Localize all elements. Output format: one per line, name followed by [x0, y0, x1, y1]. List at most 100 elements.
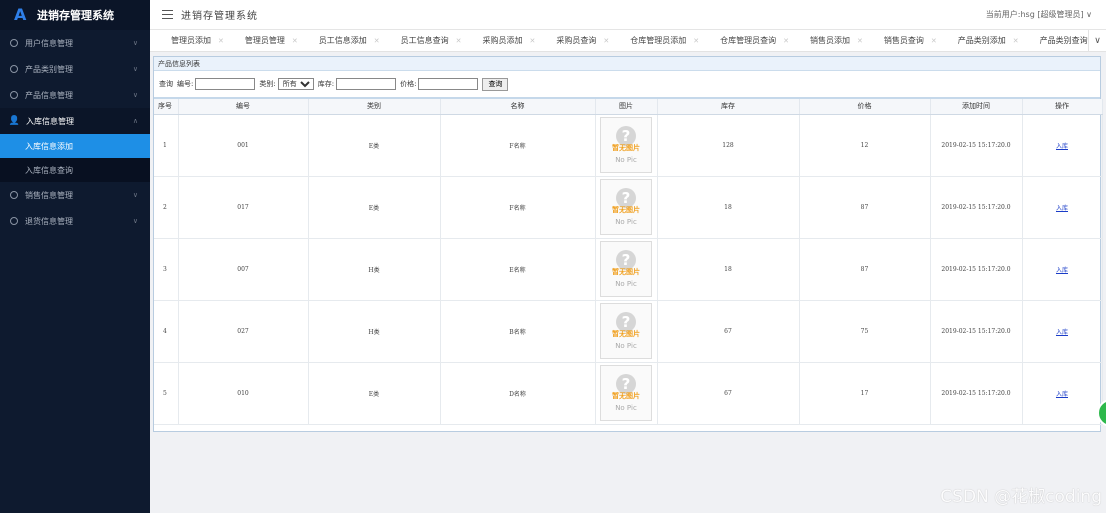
- no-pic-en: No Pic: [615, 280, 637, 288]
- chevron-down-icon: ∨: [132, 191, 138, 199]
- no-pic-cn: 暂无图片: [612, 392, 640, 400]
- cell-no: 1: [154, 114, 179, 177]
- stock-in-link[interactable]: 入库: [1056, 391, 1068, 398]
- cell-stock: 67: [657, 300, 800, 363]
- chevron-down-icon: ∨: [132, 91, 138, 99]
- sidebar-item-label: 产品类别管理: [25, 64, 73, 74]
- sidebar-item-product-info[interactable]: 产品信息管理 ∨: [0, 82, 150, 108]
- no-pic-cn: 暂无图片: [612, 330, 640, 338]
- tab-seller-query[interactable]: 销售员查询 ✕: [863, 30, 937, 52]
- sidebar-item-sales[interactable]: 销售信息管理 ∨: [0, 182, 150, 208]
- tab-seller-add[interactable]: 销售员添加 ✕: [789, 30, 863, 52]
- cell-time: 2019-02-15 15:17:20.0: [930, 362, 1023, 425]
- cell-category: E类: [308, 176, 441, 239]
- tab-category-query[interactable]: 产品类别查询: [1019, 30, 1088, 52]
- no-pic-image: ? 暂无图片 No Pic: [600, 241, 652, 297]
- sidebar-item-label: 退货信息管理: [25, 216, 73, 226]
- cell-action: 入库: [1022, 238, 1103, 301]
- tab-label: 仓库管理员查询: [720, 36, 777, 45]
- table-row: 3 007 H类 E名称 ? 暂无图片 No Pic 18 87 2019-02-1…: [154, 238, 1103, 301]
- column-header: 操作: [1022, 99, 1103, 115]
- cell-time: 2019-02-15 15:17:20.0: [930, 238, 1023, 301]
- brand: A 进销存管理系统: [0, 0, 150, 30]
- cell-image: ? 暂无图片 No Pic: [595, 114, 658, 177]
- column-header: 库存: [657, 99, 800, 115]
- stock-input[interactable]: [336, 78, 397, 90]
- column-header: 价格: [799, 99, 931, 115]
- no-pic-en: No Pic: [615, 342, 637, 350]
- table-row: 2 017 E类 F名称 ? 暂无图片 No Pic 18 87 2019-02-1…: [154, 176, 1103, 239]
- table-row: 5 010 E类 D名称 ? 暂无图片 No Pic 67 17 2019-02-1…: [154, 362, 1103, 425]
- cell-code: 001: [178, 114, 309, 177]
- price-input[interactable]: [418, 78, 479, 90]
- tab-label: 采购员添加: [482, 36, 523, 45]
- top-header: 进销存管理系统 当前用户:hsg [超级管理员] ∨: [150, 0, 1106, 30]
- sidebar: A 进销存管理系统 用户信息管理 ∨ 产品类别管理 ∨ 产品信息管理 ∨ 👤 入…: [0, 0, 150, 513]
- category-select[interactable]: 所有: [277, 78, 314, 90]
- cell-name: F名称: [440, 176, 596, 239]
- current-user-menu[interactable]: 当前用户:hsg [超级管理员] ∨: [986, 9, 1092, 20]
- tab-label: 员工信息查询: [400, 36, 449, 45]
- column-header: 序号: [154, 99, 179, 115]
- tab-buyer-add[interactable]: 采购员添加 ✕: [462, 30, 536, 52]
- tab-staff-add[interactable]: 员工信息添加 ✕: [298, 30, 380, 52]
- cell-category: H类: [308, 300, 441, 363]
- gear-icon: [10, 191, 18, 199]
- cell-stock: 18: [657, 238, 800, 301]
- tab-warehouse-admin-add[interactable]: 仓库管理员添加 ✕: [609, 30, 699, 52]
- gear-icon: [10, 91, 18, 99]
- tab-bar: 管理员添加 ✕ 管理员管理 ✕ 员工信息添加 ✕ 员工信息查询 ✕ 采购员添加 ✕ 采购员…: [150, 29, 1106, 52]
- stock-in-link[interactable]: 入库: [1056, 205, 1068, 212]
- tab-staff-query[interactable]: 员工信息查询 ✕: [380, 30, 462, 52]
- cell-time: 2019-02-15 15:17:20.0: [930, 300, 1023, 363]
- no-pic-image: ? 暂无图片 No Pic: [600, 365, 652, 421]
- cell-name: E名称: [440, 238, 596, 301]
- cell-image: ? 暂无图片 No Pic: [595, 362, 658, 425]
- gear-icon: [10, 217, 18, 225]
- tab-admin-manage[interactable]: 管理员管理 ✕: [224, 30, 298, 52]
- sidebar-item-user-info[interactable]: 用户信息管理 ∨: [0, 30, 150, 56]
- tab-label: 销售员添加: [810, 36, 850, 45]
- tab-warehouse-admin-query[interactable]: 仓库管理员查询 ✕: [699, 30, 789, 52]
- stock-in-link[interactable]: 入库: [1056, 143, 1068, 150]
- no-pic-en: No Pic: [615, 156, 637, 164]
- cell-code: 027: [178, 300, 309, 363]
- stock-in-link[interactable]: 入库: [1056, 267, 1068, 274]
- tab-label: 采购员查询: [556, 36, 597, 45]
- cell-price: 17: [799, 362, 931, 425]
- column-header: 编号: [178, 99, 309, 115]
- cell-code: 007: [178, 238, 309, 301]
- tab-category-add[interactable]: 产品类别添加 ✕: [937, 30, 1019, 52]
- search-query-label: 查询: [159, 80, 173, 88]
- gear-icon: [10, 39, 18, 47]
- no-pic-cn: 暂无图片: [612, 268, 640, 276]
- cell-action: 入库: [1022, 176, 1103, 239]
- sidebar-subitem-stock-in-query[interactable]: 入库信息查询: [0, 158, 150, 182]
- cell-code: 010: [178, 362, 309, 425]
- sidebar-item-label: 用户信息管理: [25, 38, 73, 48]
- price-label: 价格:: [400, 80, 417, 88]
- tab-label: 员工信息添加: [318, 36, 367, 45]
- column-header: 名称: [440, 99, 596, 115]
- search-button[interactable]: 查询: [482, 77, 509, 91]
- column-header: 添加时间: [930, 99, 1023, 115]
- sidebar-item-product-category[interactable]: 产品类别管理 ∨: [0, 56, 150, 82]
- stock-in-link[interactable]: 入库: [1056, 329, 1068, 336]
- no-pic-image: ? 暂无图片 No Pic: [600, 117, 652, 173]
- no-pic-en: No Pic: [615, 218, 637, 226]
- stock-label: 库存:: [317, 80, 335, 88]
- sidebar-subitem-stock-in-add[interactable]: 入库信息添加: [0, 134, 150, 158]
- tabs-more-chevron-icon[interactable]: ∨: [1088, 29, 1106, 52]
- sidebar-item-label: 销售信息管理: [25, 190, 73, 200]
- cell-action: 入库: [1022, 114, 1103, 177]
- code-input[interactable]: [195, 78, 256, 90]
- menu-toggle-icon[interactable]: [162, 10, 173, 19]
- table-row: 4 027 H类 B名称 ? 暂无图片 No Pic 67 75 2019-02-1…: [154, 300, 1103, 363]
- sidebar-item-returns[interactable]: 退货信息管理 ∨: [0, 208, 150, 234]
- tab-admin-add[interactable]: 管理员添加 ✕: [150, 30, 224, 52]
- sidebar-item-stock-in[interactable]: 👤 入库信息管理 ∧: [0, 108, 150, 134]
- user-icon: 👤: [8, 116, 21, 126]
- tab-buyer-query[interactable]: 采购员查询 ✕: [535, 30, 609, 52]
- no-pic-image: ? 暂无图片 No Pic: [600, 303, 652, 359]
- product-list-panel: 产品信息列表 查询 编号: 类别: 所有 库存: 价格: 查询 序号 编号 类别…: [153, 56, 1103, 432]
